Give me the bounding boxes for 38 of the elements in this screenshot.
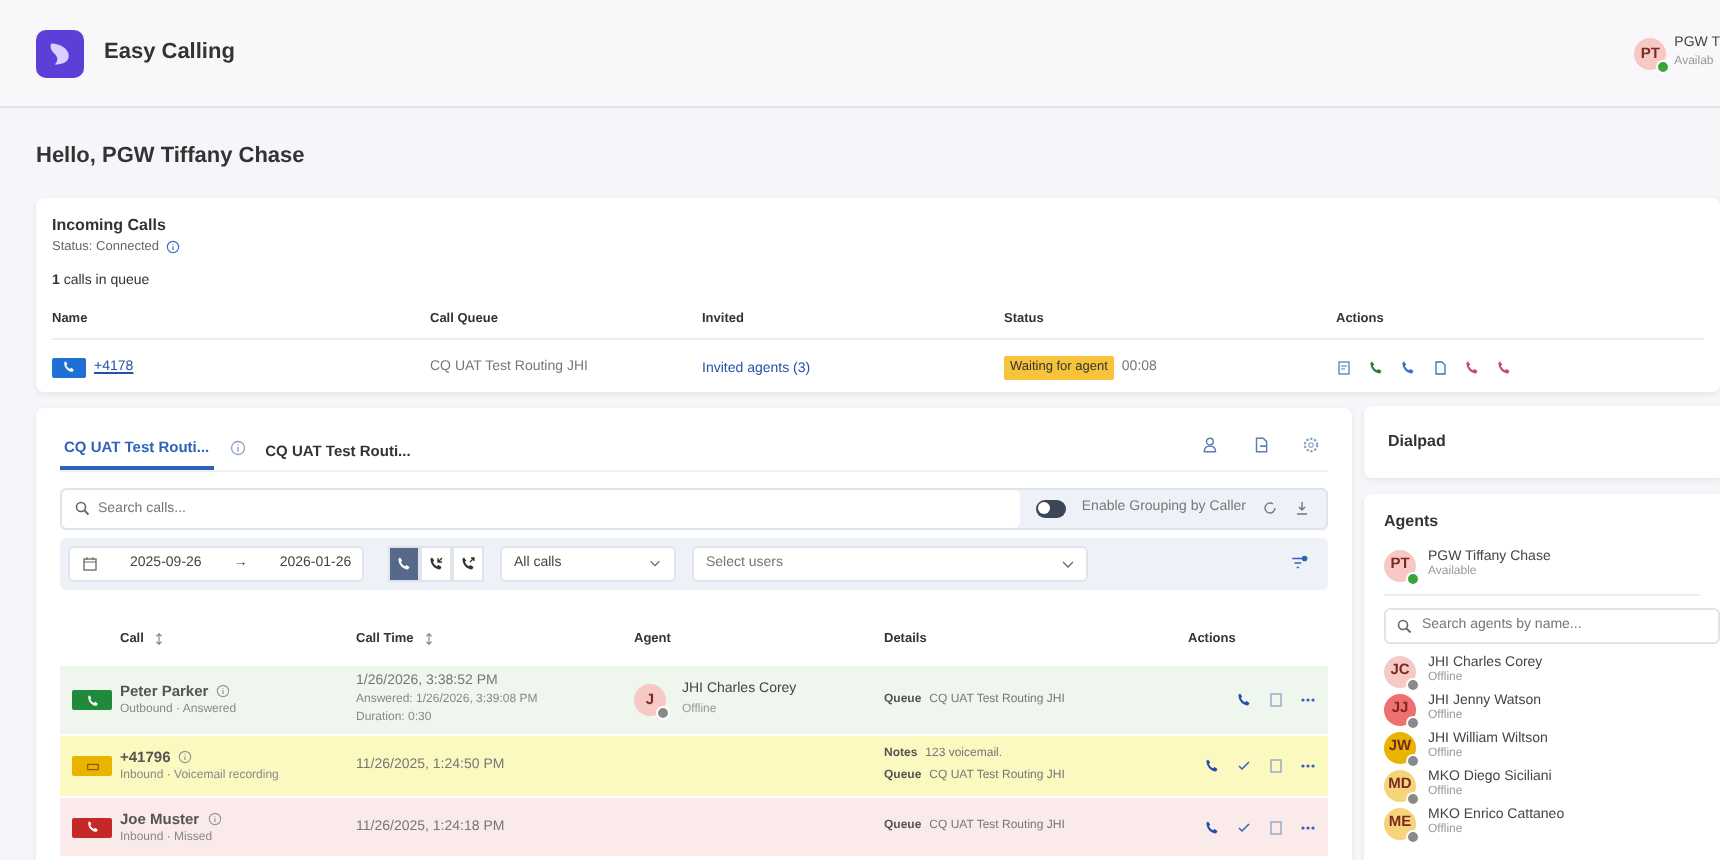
card-title: Agents <box>1384 509 1441 533</box>
card-title: Incoming Calls <box>52 213 168 237</box>
info-icon[interactable] <box>166 239 181 254</box>
inbound-calls-button[interactable] <box>420 545 452 582</box>
chevron-down-icon <box>648 556 662 571</box>
document-icon[interactable] <box>1432 359 1448 376</box>
greeting: Hello, PGW Tiffany Chase <box>36 142 307 172</box>
app-title: Easy Calling <box>104 38 235 69</box>
info-icon[interactable] <box>216 684 231 698</box>
tape-icon <box>85 759 99 774</box>
check-icon[interactable] <box>1236 758 1252 775</box>
check-icon[interactable] <box>1236 819 1252 836</box>
sort-icon[interactable] <box>421 632 436 647</box>
search-icon <box>1396 617 1412 633</box>
phone-icon <box>428 555 444 572</box>
phone-icon <box>396 555 412 572</box>
phone-icon[interactable] <box>1204 758 1220 775</box>
filter-icon[interactable] <box>1290 554 1308 573</box>
document-icon[interactable] <box>1252 435 1270 454</box>
sort-icon[interactable] <box>151 632 166 647</box>
calendar-icon <box>82 555 98 572</box>
offline-icon <box>656 706 670 720</box>
phone-icon <box>460 555 476 572</box>
phone-button[interactable] <box>52 357 86 378</box>
app-logo <box>36 29 84 77</box>
info-icon[interactable] <box>178 750 193 765</box>
card-title: Dialpad <box>1388 429 1446 453</box>
info-icon[interactable] <box>229 439 246 456</box>
phone-icon <box>85 693 99 707</box>
outbound-calls-button[interactable] <box>452 545 484 582</box>
settings-icon[interactable] <box>1302 435 1320 454</box>
phone-icon <box>85 820 99 835</box>
user-icon[interactable] <box>1202 435 1220 454</box>
info-icon[interactable] <box>207 811 222 826</box>
phone-icon[interactable] <box>1236 692 1252 708</box>
phone-icon[interactable] <box>1204 819 1220 836</box>
phone-icon <box>62 360 76 375</box>
all-calls-button[interactable] <box>388 545 420 582</box>
